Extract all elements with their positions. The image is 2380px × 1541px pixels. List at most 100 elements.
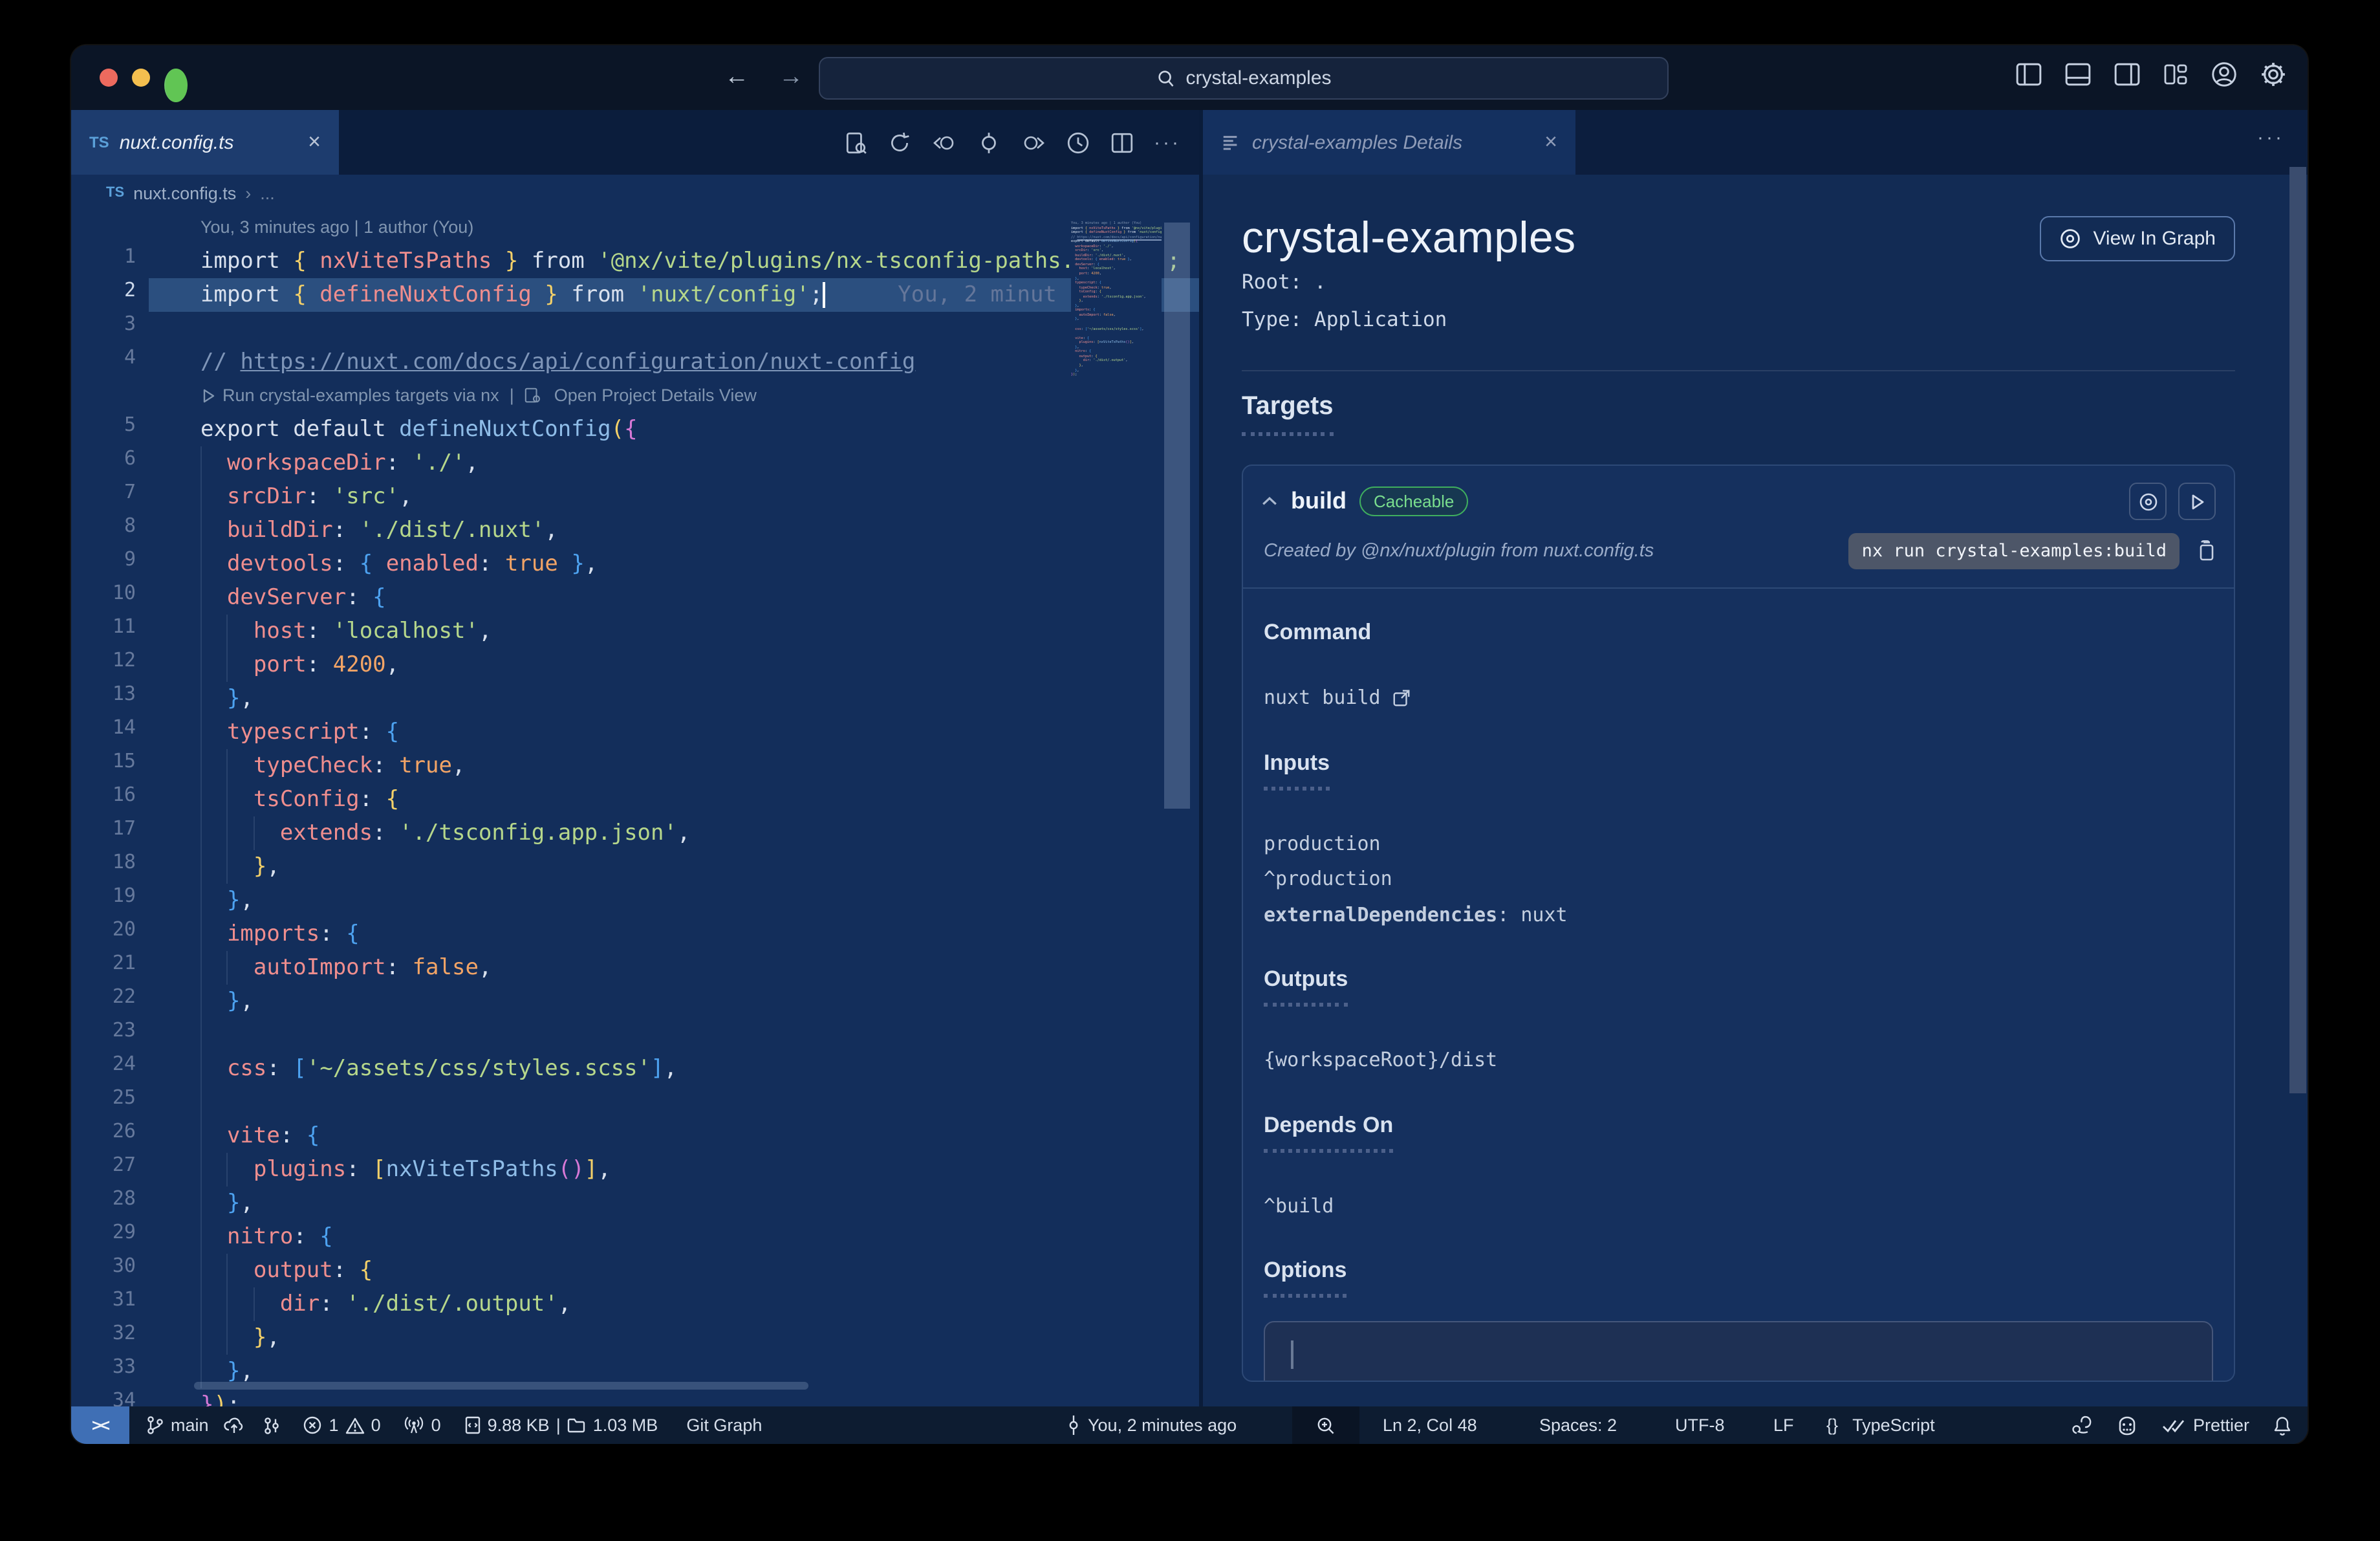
close-window-button[interactable] xyxy=(100,69,118,87)
code-line[interactable]: 1 import { nxViteTsPaths } from '@nx/vite… xyxy=(71,245,1199,278)
toggle-primary-sidebar-icon[interactable] xyxy=(2015,62,2042,87)
refresh-icon[interactable] xyxy=(887,130,912,155)
problems-item[interactable]: 1 0 xyxy=(303,1415,381,1435)
breadcrumb-more[interactable]: ... xyxy=(260,183,275,202)
code-line[interactable]: 9 devtools: { enabled: true }, xyxy=(71,547,1199,581)
code-line[interactable]: 26 vite: { xyxy=(71,1119,1199,1153)
minimize-window-button[interactable] xyxy=(132,69,150,87)
more-actions-icon[interactable]: ··· xyxy=(1154,131,1181,153)
options-json-editor[interactable]: { "cwd": "." } xyxy=(1264,1321,2213,1381)
git-branch-item[interactable]: main xyxy=(146,1415,209,1435)
formatter-item[interactable]: Prettier xyxy=(2162,1415,2249,1435)
copilot-icon[interactable] xyxy=(2117,1415,2139,1436)
code-line[interactable]: 24 css: ['~/assets/css/styles.scss'], xyxy=(71,1052,1199,1086)
code-line[interactable]: 34}); xyxy=(71,1388,1199,1406)
toggle-panel-icon[interactable] xyxy=(2064,62,2092,87)
code-line[interactable]: 17 extends: './tsconfig.app.json', xyxy=(71,816,1199,850)
line-number: 17 xyxy=(112,816,136,840)
editor-vertical-scrollbar[interactable] xyxy=(1164,223,1190,809)
language-mode-item[interactable]: {} TypeScript xyxy=(1826,1406,1935,1444)
blame-status-item[interactable]: You, 2 minutes ago xyxy=(1067,1406,1237,1444)
code-line[interactable]: 14 typescript: { xyxy=(71,716,1199,749)
codelens-open-details-link[interactable]: Open Project Details View xyxy=(554,386,757,405)
breadcrumb-file[interactable]: nuxt.config.ts xyxy=(133,183,236,202)
minimap-line: autoImport: false, xyxy=(1079,312,1116,317)
code-line[interactable]: 21 autoImport: false, xyxy=(71,951,1199,985)
toggle-secondary-sidebar-icon[interactable] xyxy=(2114,62,2141,87)
tab-nuxt-config[interactable]: TS nuxt.config.ts × xyxy=(71,110,339,175)
chevron-up-icon[interactable] xyxy=(1261,496,1278,507)
notifications-bell-icon[interactable] xyxy=(2273,1415,2292,1436)
code-line[interactable]: 15 typeCheck: true, xyxy=(71,749,1199,783)
source-control-graph-item[interactable] xyxy=(263,1415,280,1436)
squirrel-icon[interactable] xyxy=(2072,1414,2093,1436)
indentation-item[interactable]: Spaces: 2 xyxy=(1539,1406,1617,1444)
code-line[interactable]: 19}, xyxy=(71,884,1199,917)
customize-layout-icon[interactable] xyxy=(2163,62,2189,87)
editor-horizontal-scrollbar[interactable] xyxy=(194,1382,808,1390)
code-line[interactable]: 27 plugins: [nxViteTsPaths()], xyxy=(71,1153,1199,1186)
navigate-back-button[interactable]: ← xyxy=(724,60,749,96)
tab-project-details[interactable]: crystal-examples Details × xyxy=(1203,110,1575,175)
code-line[interactable]: 4// https://nuxt.com/docs/api/configurat… xyxy=(71,345,1199,379)
breadcrumb[interactable]: TS nuxt.config.ts › ... xyxy=(71,175,1199,211)
code-line[interactable]: 16 tsConfig: { xyxy=(71,783,1199,816)
code-line[interactable]: 29 nitro: { xyxy=(71,1220,1199,1254)
copy-icon[interactable] xyxy=(2195,540,2216,563)
code-line[interactable]: 13}, xyxy=(71,682,1199,716)
nav-forward-circle-icon[interactable] xyxy=(1021,130,1046,155)
code-line[interactable]: 10 devServer: { xyxy=(71,581,1199,615)
view-in-graph-button[interactable]: View In Graph xyxy=(2040,216,2235,261)
minimap-line: tsConfig: { xyxy=(1079,290,1101,294)
maximize-window-button[interactable] xyxy=(164,69,188,102)
nav-dot-circle-icon[interactable] xyxy=(977,130,1001,155)
forwarded-ports-item[interactable]: 0 xyxy=(404,1415,441,1435)
settings-gear-icon[interactable] xyxy=(2260,61,2287,88)
code-line[interactable]: 11 host: 'localhost', xyxy=(71,615,1199,648)
codelens-row[interactable]: Run crystal-examples targets via nx | Open… xyxy=(71,379,1199,413)
nav-back-circle-icon[interactable] xyxy=(931,130,957,155)
view-target-graph-button[interactable] xyxy=(2129,483,2167,520)
panel-scrollbar[interactable] xyxy=(2289,167,2306,1093)
code-line[interactable]: 23 xyxy=(71,1018,1199,1052)
panel-more-actions-icon[interactable]: ··· xyxy=(2257,127,2284,149)
cursor-position-item[interactable]: Ln 2, Col 48 xyxy=(1383,1406,1477,1444)
zoom-status-item[interactable] xyxy=(1292,1406,1359,1444)
minimap[interactable]: You, 3 minutes ago | 1 author (You) impor… xyxy=(1071,219,1162,1406)
navigate-forward-button[interactable]: → xyxy=(779,60,803,96)
split-editor-icon[interactable] xyxy=(1110,130,1134,155)
code-line[interactable]: 22}, xyxy=(71,985,1199,1018)
remote-indicator[interactable]: >< xyxy=(71,1406,129,1444)
account-icon[interactable] xyxy=(2211,61,2238,88)
code-line[interactable]: 31 dir: './dist/.output', xyxy=(71,1287,1199,1321)
eol-item[interactable]: LF xyxy=(1773,1406,1794,1444)
line-number: 11 xyxy=(112,615,136,638)
code-line[interactable]: 3 xyxy=(71,312,1199,345)
publish-changes-item[interactable] xyxy=(224,1415,245,1435)
close-panel-tab-icon[interactable]: × xyxy=(1544,129,1557,155)
file-size-item[interactable]: 9.88 KB | 1.03 MB xyxy=(464,1415,658,1435)
command-center-search[interactable]: crystal-examples xyxy=(819,57,1669,100)
close-tab-icon[interactable]: × xyxy=(308,129,321,155)
run-target-button[interactable] xyxy=(2178,483,2216,520)
code-line[interactable]: 12 port: 4200, xyxy=(71,648,1199,682)
codelens-run-link[interactable]: Run crystal-examples targets via nx xyxy=(222,386,499,405)
code-line[interactable]: 25 xyxy=(71,1086,1199,1119)
code-line[interactable]: 20 imports: { xyxy=(71,917,1199,951)
open-preview-icon[interactable] xyxy=(843,130,868,155)
nx-run-command[interactable]: nx run crystal-examples:build xyxy=(1848,533,2180,569)
code-line[interactable]: 8 buildDir: './dist/.nuxt', xyxy=(71,514,1199,547)
git-graph-item[interactable]: Git Graph xyxy=(686,1415,762,1435)
code-line[interactable]: 30 output: { xyxy=(71,1254,1199,1287)
code-line[interactable]: 6 workspaceDir: './', xyxy=(71,446,1199,480)
code-line[interactable]: 2 import { defineNuxtConfig } from 'nuxt/… xyxy=(71,278,1199,312)
code-editor[interactable]: You, 3 minutes ago | 1 author (You) 1 impo… xyxy=(71,211,1199,1406)
code-line[interactable]: 32}, xyxy=(71,1321,1199,1355)
encoding-item[interactable]: UTF-8 xyxy=(1675,1406,1725,1444)
code-line[interactable]: 7 srcDir: 'src', xyxy=(71,480,1199,514)
external-link-icon[interactable] xyxy=(1392,689,1412,708)
code-line[interactable]: 18}, xyxy=(71,850,1199,884)
timeline-history-icon[interactable] xyxy=(1066,130,1090,155)
code-line[interactable]: 5 export default defineNuxtConfig({ xyxy=(71,413,1199,446)
code-line[interactable]: 28}, xyxy=(71,1186,1199,1220)
